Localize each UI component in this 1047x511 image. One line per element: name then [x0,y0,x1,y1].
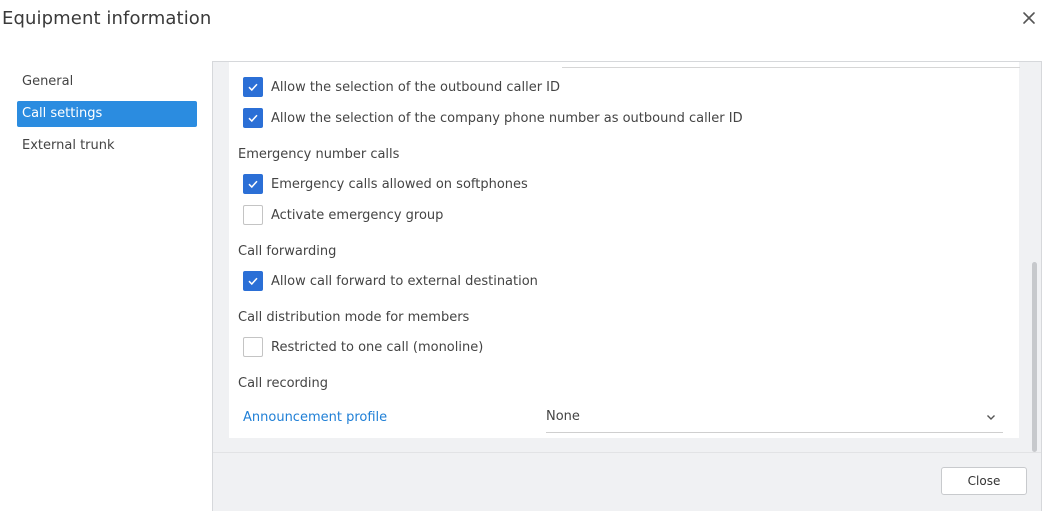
checkmark-icon [248,277,258,286]
emergency-softphones-checkbox[interactable] [243,174,263,194]
emergency-section-title: Emergency number calls [238,147,400,162]
chevron-down-icon [987,415,995,420]
checkmark-icon [248,83,258,92]
checkmark-icon [248,180,258,189]
scrollbar-track[interactable] [1031,62,1039,452]
emergency-softphones-option: Emergency calls allowed on softphones [243,173,528,195]
forward-external-checkbox[interactable] [243,271,263,291]
monoline-option: Restricted to one call (monoline) [243,336,483,358]
field-underline [562,67,1020,68]
forward-external-option: Allow call forward to external destinati… [243,270,538,292]
nav-item-external-trunk[interactable]: External trunk [17,133,197,159]
nav-item-call-settings[interactable]: Call settings [17,101,197,127]
emergency-group-option: Activate emergency group [243,204,443,226]
monoline-checkbox[interactable] [243,337,263,357]
company-number-caller-id-option: Allow the selection of the company phone… [243,107,743,129]
outbound-caller-id-checkbox[interactable] [243,77,263,97]
monoline-label: Restricted to one call (monoline) [271,339,484,355]
company-number-caller-id-checkbox[interactable] [243,108,263,128]
checkmark-icon [248,114,258,123]
footer-divider [213,452,1041,453]
nav-item-general[interactable]: General [17,69,197,95]
company-number-caller-id-label: Allow the selection of the company phone… [271,110,743,126]
forwarding-section-title: Call forwarding [238,244,337,259]
forward-external-label: Allow call forward to external destinati… [271,273,538,289]
dialog-title: Equipment information [2,8,212,29]
outbound-caller-id-option: Allow the selection of the outbound call… [243,76,560,98]
settings-nav: General Call settings External trunk [17,69,197,165]
emergency-softphones-label: Emergency calls allowed on softphones [271,176,528,192]
emergency-group-checkbox[interactable] [243,205,263,225]
announcement-profile-value: None [546,409,580,424]
announcement-profile-link[interactable]: Announcement profile [243,410,387,425]
emergency-group-label: Activate emergency group [271,207,444,223]
close-button[interactable]: Close [941,467,1027,495]
scrollbar-thumb[interactable] [1032,262,1037,452]
outbound-caller-id-label: Allow the selection of the outbound call… [271,79,561,95]
settings-panel: Allow the selection of the outbound call… [212,61,1042,511]
call-settings-content: Allow the selection of the outbound call… [229,62,1020,438]
close-icon[interactable] [1020,9,1038,27]
distribution-section-title: Call distribution mode for members [238,310,470,325]
announcement-profile-select[interactable]: None [546,402,1003,433]
recording-section-title: Call recording [238,376,329,391]
